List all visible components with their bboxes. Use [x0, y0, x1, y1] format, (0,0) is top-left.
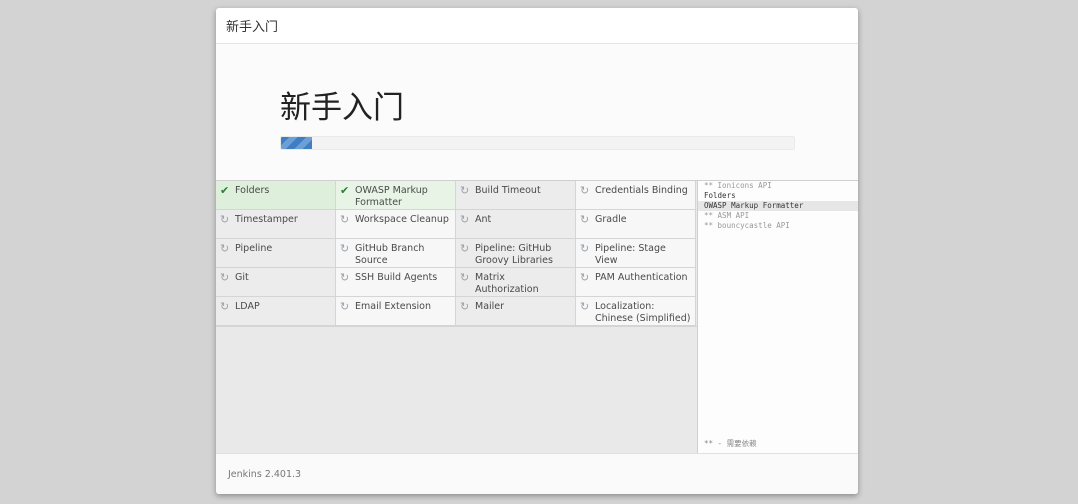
plugin-name: Credentials Binding [595, 185, 688, 196]
plugin-item: ↻ Timestamper [216, 210, 336, 239]
plugin-name: Workspace Cleanup [355, 214, 449, 225]
refresh-icon: ↻ [580, 300, 590, 313]
plugin-item: ↻Matrix Authorization Strategy [456, 268, 576, 307]
plugin-name: Pipeline [235, 243, 273, 254]
plugin-name: LDAP [235, 301, 260, 312]
plugin-item: ✔ OWASP Markup Formatter [336, 181, 456, 210]
plugin-name: Folders [235, 185, 270, 196]
plugin-item: ↻ Email Extension [336, 297, 456, 326]
dialog-footer: Jenkins 2.401.3 [216, 453, 858, 494]
plugin-item: ↻ Credentials Binding [576, 181, 696, 210]
plugin-item: ↻ Localization: Chinese (Simplified) [576, 297, 696, 326]
plugin-grid-area: ✔ Folders ✔ OWASP Markup Formatter ↻ Build Ti… [216, 181, 698, 453]
refresh-icon: ↻ [460, 213, 470, 226]
log-line: OWASP Markup Formatter [698, 201, 858, 211]
refresh-icon: ↻ [340, 213, 350, 226]
plugin-item: ↻ Ant [456, 210, 576, 239]
refresh-icon: ↻ [460, 271, 470, 284]
plugin-item: ↻ Git [216, 268, 336, 297]
refresh-icon: ↻ [580, 184, 590, 197]
log-line: Folders [704, 191, 736, 200]
hero-panel: 新手入门 [216, 44, 858, 181]
log-line: ** Ionicons API [704, 181, 772, 190]
setup-dialog: 新手入门 新手入门 ✔ Folders ✔ OWASP Markup Formatte… [216, 8, 858, 494]
plugin-name: Build Timeout [475, 185, 541, 196]
plugin-name: SSH Build Agents [355, 272, 438, 283]
plugin-item: ↻ Pipeline: GitHub Groovy Libraries [456, 239, 576, 268]
plugin-item: ↻ Build Timeout [456, 181, 576, 210]
refresh-icon: ↻ [340, 271, 350, 284]
plugin-name: OWASP Markup Formatter [355, 185, 428, 208]
plugin-name: Ant [475, 214, 492, 225]
plugin-item: ↻ Workspace Cleanup [336, 210, 456, 239]
install-log: ** Ionicons API Folders OWASP Markup Forma… [698, 181, 858, 453]
plugin-item: ↻ PAM Authentication [576, 268, 696, 297]
plugin-item: ↻ LDAP [216, 297, 336, 326]
plugin-name: Mailer [475, 301, 505, 312]
progress-fill [281, 137, 312, 149]
log-lines: ** Ionicons API Folders OWASP Markup Forma… [698, 181, 858, 231]
plugin-name: GitHub Branch Source [355, 243, 425, 266]
plugin-name: Email Extension [355, 301, 432, 312]
refresh-icon: ↻ [580, 213, 590, 226]
plugin-item: ↻ Mailer [456, 297, 576, 326]
plugin-item: ↻ GitHub Branch Source [336, 239, 456, 268]
refresh-icon: ↻ [580, 242, 590, 255]
install-content: ✔ Folders ✔ OWASP Markup Formatter ↻ Build Ti… [216, 181, 858, 453]
check-icon: ✔ [340, 184, 350, 197]
plugin-item: ↻ SSH Build Agents [336, 268, 456, 297]
check-icon: ✔ [220, 184, 230, 197]
plugin-name: Localization: Chinese (Simplified) [595, 301, 691, 324]
dialog-header: 新手入门 [216, 8, 858, 44]
refresh-icon: ↻ [220, 242, 230, 255]
refresh-icon: ↻ [580, 271, 590, 284]
plugin-name: Gradle [595, 214, 627, 225]
plugin-item: ↻ Pipeline [216, 239, 336, 268]
plugin-name: Pipeline: GitHub Groovy Libraries [475, 243, 553, 266]
plugin-name: PAM Authentication [595, 272, 688, 283]
log-line: ** ASM API [704, 211, 750, 220]
plugin-name: Git [235, 272, 249, 283]
refresh-icon: ↻ [340, 300, 350, 313]
refresh-icon: ↻ [220, 213, 230, 226]
refresh-icon: ↻ [460, 300, 470, 313]
plugin-name: Pipeline: Stage View [595, 243, 666, 266]
refresh-icon: ↻ [460, 184, 470, 197]
version-label: Jenkins 2.401.3 [228, 468, 302, 480]
plugin-grid: ✔ Folders ✔ OWASP Markup Formatter ↻ Build Ti… [216, 181, 697, 327]
plugin-item: ↻ Gradle [576, 210, 696, 239]
refresh-icon: ↻ [340, 242, 350, 255]
install-progress-bar [280, 136, 795, 150]
dialog-title: 新手入门 [226, 20, 279, 35]
log-footer: ** - 需要依赖 [704, 439, 757, 448]
log-line: ** bouncycastle API [704, 221, 790, 230]
page-title: 新手入门 [280, 90, 404, 126]
refresh-icon: ↻ [220, 300, 230, 313]
plugin-item: ↻ Pipeline: Stage View [576, 239, 696, 268]
refresh-icon: ↻ [460, 242, 470, 255]
plugin-item: ✔ Folders [216, 181, 336, 210]
plugin-name: Timestamper [235, 214, 298, 225]
refresh-icon: ↻ [220, 271, 230, 284]
